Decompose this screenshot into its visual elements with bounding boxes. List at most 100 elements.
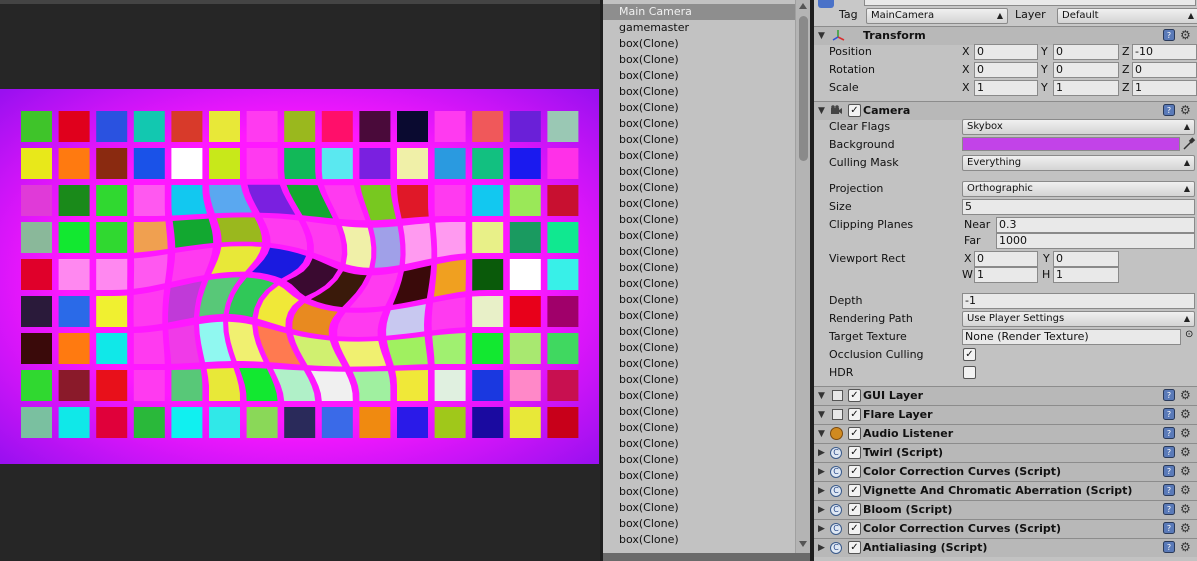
projection-dropdown[interactable]: Orthographic ▲︎: [962, 181, 1195, 197]
hierarchy-item-box-clone[interactable]: box(Clone): [603, 164, 795, 180]
component-enabled-checkbox[interactable]: ✓: [848, 541, 861, 554]
component-header[interactable]: ▼ ✓ Flare Layer? ⚙: [814, 405, 1197, 424]
component-enabled-checkbox[interactable]: ✓: [848, 465, 861, 478]
clear-flags-dropdown[interactable]: Skybox ▲︎: [962, 119, 1195, 135]
expand-triangle-icon[interactable]: ▼: [818, 391, 825, 401]
position-y-field[interactable]: 0: [1053, 44, 1119, 60]
scrollbar-thumb[interactable]: [799, 16, 808, 161]
hierarchy-item-gamemaster[interactable]: gamemaster: [603, 20, 795, 36]
eyedropper-icon[interactable]: [1182, 137, 1196, 151]
object-name-field[interactable]: [864, 0, 1196, 6]
target-texture-field[interactable]: None (Render Texture): [962, 329, 1181, 345]
size-field[interactable]: 5: [962, 199, 1195, 215]
component-header[interactable]: ▶ C ✓ Color Correction Curves (Script)? ⚙: [814, 462, 1197, 481]
component-header[interactable]: ▶ C ✓ Twirl (Script)? ⚙: [814, 443, 1197, 462]
hierarchy-item-box-clone[interactable]: box(Clone): [603, 180, 795, 196]
position-x-field[interactable]: 0: [974, 44, 1038, 60]
gear-icon[interactable]: ⚙: [1180, 465, 1191, 477]
hierarchy-item-box-clone[interactable]: box(Clone): [603, 404, 795, 420]
hierarchy-item-box-clone[interactable]: box(Clone): [603, 52, 795, 68]
gear-icon[interactable]: ⚙: [1180, 29, 1191, 41]
help-reference-icon[interactable]: ?: [1163, 503, 1175, 515]
camera-header[interactable]: ▼ ✓ Camera ? ⚙: [814, 101, 1197, 120]
rotation-z-field[interactable]: 0: [1132, 62, 1197, 78]
component-enabled-checkbox[interactable]: ✓: [848, 408, 861, 421]
near-field[interactable]: 0.3: [996, 217, 1195, 233]
scale-z-field[interactable]: 1: [1132, 80, 1197, 96]
component-enabled-checkbox[interactable]: ✓: [848, 446, 861, 459]
hierarchy-item-box-clone[interactable]: box(Clone): [603, 196, 795, 212]
hierarchy-item-box-clone[interactable]: box(Clone): [603, 356, 795, 372]
gear-icon[interactable]: ⚙: [1180, 503, 1191, 515]
occlusion-culling-checkbox[interactable]: ✓: [963, 348, 976, 361]
hdr-checkbox[interactable]: [963, 366, 976, 379]
culling-mask-dropdown[interactable]: Everything ▲︎: [962, 155, 1195, 171]
component-header[interactable]: ▶ C ✓ Vignette And Chromatic Aberration (Sc…: [814, 481, 1197, 500]
tag-dropdown[interactable]: MainCamera ▲︎: [866, 8, 1008, 24]
hierarchy-item-box-clone[interactable]: box(Clone): [603, 468, 795, 484]
viewport-w-field[interactable]: 1: [974, 267, 1038, 283]
expand-triangle-icon[interactable]: ▶: [818, 486, 825, 496]
hierarchy-item-box-clone[interactable]: box(Clone): [603, 116, 795, 132]
expand-triangle-icon[interactable]: ▶: [818, 524, 825, 534]
viewport-x-field[interactable]: 0: [974, 251, 1038, 267]
gear-icon[interactable]: ⚙: [1180, 541, 1191, 553]
hierarchy-item-box-clone[interactable]: box(Clone): [603, 68, 795, 84]
scale-y-field[interactable]: 1: [1053, 80, 1119, 96]
hierarchy-item-box-clone[interactable]: box(Clone): [603, 500, 795, 516]
position-z-field[interactable]: -10: [1132, 44, 1197, 60]
component-enabled-checkbox[interactable]: ✓: [848, 427, 861, 440]
hierarchy-scrollbar[interactable]: [795, 0, 810, 553]
hierarchy-item-box-clone[interactable]: box(Clone): [603, 372, 795, 388]
component-header[interactable]: ▶ C ✓ Color Correction Curves (Script)? ⚙: [814, 519, 1197, 538]
help-reference-icon[interactable]: ?: [1163, 408, 1175, 420]
help-reference-icon[interactable]: ?: [1163, 389, 1175, 401]
camera-enabled-checkbox[interactable]: ✓: [848, 104, 861, 117]
help-reference-icon[interactable]: ?: [1163, 522, 1175, 534]
hierarchy-item-box-clone[interactable]: box(Clone): [603, 452, 795, 468]
expand-triangle-icon[interactable]: ▶: [818, 543, 825, 553]
hierarchy-item-box-clone[interactable]: box(Clone): [603, 260, 795, 276]
hierarchy-item-main-camera[interactable]: Main Camera: [603, 4, 795, 20]
background-color-swatch[interactable]: [962, 137, 1180, 151]
hierarchy-item-box-clone[interactable]: box(Clone): [603, 84, 795, 100]
hierarchy-item-box-clone[interactable]: box(Clone): [603, 308, 795, 324]
help-reference-icon[interactable]: ?: [1163, 427, 1175, 439]
transform-header[interactable]: ▼ Transform ? ⚙: [814, 26, 1197, 45]
hierarchy-item-box-clone[interactable]: box(Clone): [603, 340, 795, 356]
component-enabled-checkbox[interactable]: ✓: [848, 484, 861, 497]
rotation-x-field[interactable]: 0: [974, 62, 1038, 78]
help-reference-icon[interactable]: ?: [1163, 484, 1175, 496]
gear-icon[interactable]: ⚙: [1180, 408, 1191, 420]
gear-icon[interactable]: ⚙: [1180, 484, 1191, 496]
gear-icon[interactable]: ⚙: [1180, 104, 1191, 116]
expand-triangle-icon[interactable]: ▼: [818, 31, 825, 41]
hierarchy-item-box-clone[interactable]: box(Clone): [603, 436, 795, 452]
hierarchy-item-box-clone[interactable]: box(Clone): [603, 36, 795, 52]
hierarchy-item-box-clone[interactable]: box(Clone): [603, 100, 795, 116]
layer-dropdown[interactable]: Default ▲︎: [1057, 8, 1197, 24]
depth-field[interactable]: -1: [962, 293, 1195, 309]
hierarchy-item-box-clone[interactable]: box(Clone): [603, 324, 795, 340]
component-header[interactable]: ▼ ✓ GUI Layer? ⚙: [814, 386, 1197, 405]
gear-icon[interactable]: ⚙: [1180, 522, 1191, 534]
object-picker-icon[interactable]: ⊙: [1185, 329, 1193, 340]
help-reference-icon[interactable]: ?: [1163, 446, 1175, 458]
help-reference-icon[interactable]: ?: [1163, 465, 1175, 477]
hierarchy-item-box-clone[interactable]: box(Clone): [603, 532, 795, 548]
hierarchy-item-box-clone[interactable]: box(Clone): [603, 244, 795, 260]
viewport-y-field[interactable]: 0: [1053, 251, 1119, 267]
help-reference-icon[interactable]: ?: [1163, 541, 1175, 553]
scroll-up-icon[interactable]: [799, 3, 807, 9]
hierarchy-item-box-clone[interactable]: box(Clone): [603, 516, 795, 532]
component-header[interactable]: ▶ C ✓ Bloom (Script)? ⚙: [814, 500, 1197, 519]
component-enabled-checkbox[interactable]: ✓: [848, 522, 861, 535]
hierarchy-item-box-clone[interactable]: box(Clone): [603, 484, 795, 500]
component-enabled-checkbox[interactable]: ✓: [848, 389, 861, 402]
hierarchy-item-box-clone[interactable]: box(Clone): [603, 212, 795, 228]
game-viewport[interactable]: [0, 89, 599, 464]
gear-icon[interactable]: ⚙: [1180, 389, 1191, 401]
rendering-path-dropdown[interactable]: Use Player Settings ▲︎: [962, 311, 1195, 327]
help-reference-icon[interactable]: ?: [1163, 29, 1175, 41]
expand-triangle-icon[interactable]: ▼: [818, 106, 825, 116]
